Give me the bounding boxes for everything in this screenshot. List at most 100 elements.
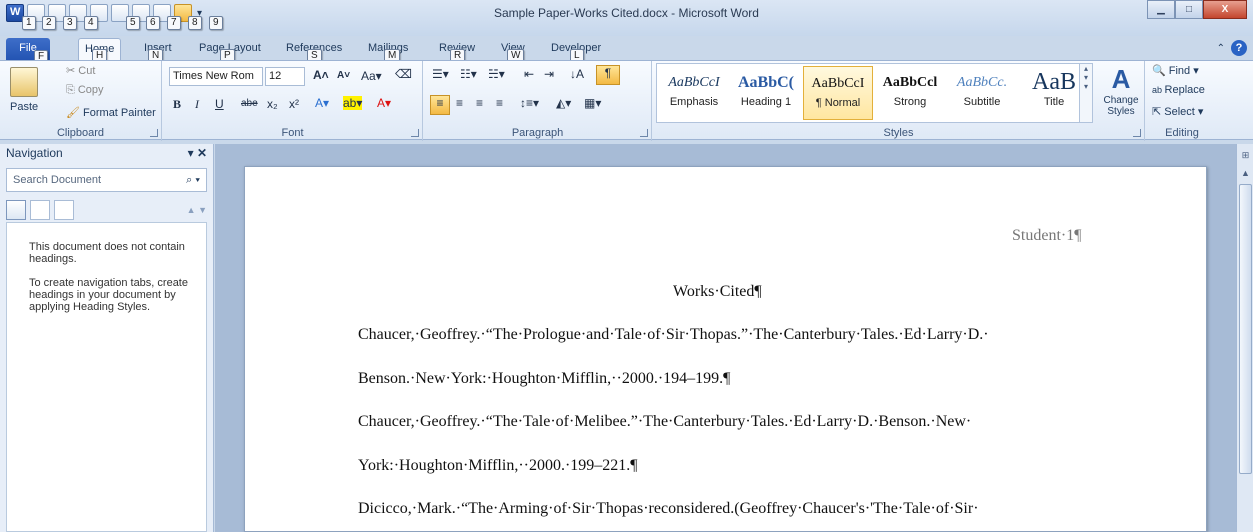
style-normal-name: ¶ Normal <box>815 97 861 109</box>
copy-label: Copy <box>77 84 104 96</box>
nav-prev-next-icon[interactable]: ▲ ▼ <box>187 205 207 215</box>
change-styles-icon: A <box>1111 64 1131 94</box>
title-bar: ▾ 1 2 3 4 5 6 7 8 9 Sample Paper-Works C… <box>0 0 1253 36</box>
styles-gallery: AaBbCcI Emphasis AaBbC( Heading 1 AaBbCc… <box>656 63 1092 123</box>
style-subtitle[interactable]: AaBbCc. Subtitle <box>947 66 1017 120</box>
navigation-pane: Navigation ▾ ✕ Search Document ⌕ ▾ ▲ ▼ T… <box>0 144 214 532</box>
browse-headings-tab[interactable] <box>6 200 26 220</box>
font-name-combo[interactable]: Times New Rom <box>169 67 263 86</box>
subscript-button[interactable]: x₂ <box>267 97 278 111</box>
replace-button[interactable]: ab Replace <box>1152 84 1205 96</box>
paste-icon[interactable] <box>10 67 38 97</box>
style-heading-1[interactable]: AaBbC( Heading 1 <box>731 66 801 120</box>
gallery-scroll[interactable]: ▴ ▾ ▾ <box>1079 63 1093 123</box>
maximize-button[interactable]: □ <box>1175 0 1203 19</box>
style-normal-preview: AaBbCcI <box>811 76 865 91</box>
style-emphasis[interactable]: AaBbCcI Emphasis <box>659 66 729 120</box>
style-normal[interactable]: AaBbCcI ¶ Normal <box>803 66 873 120</box>
citation-line-5: Dicicco,·Mark.·“The·Arming·of·Sir·Thopas… <box>358 500 979 517</box>
multilevel-list-icon[interactable]: ☵▾ <box>488 67 505 81</box>
document-area: Student·1¶ Works·Cited¶ Chaucer,·Geoffre… <box>215 144 1236 532</box>
change-case-icon[interactable]: Aa▾ <box>361 69 382 83</box>
document-page[interactable]: Student·1¶ Works·Cited¶ Chaucer,·Geoffre… <box>244 166 1207 532</box>
style-subtitle-name: Subtitle <box>963 96 1001 108</box>
search-icon[interactable]: ⌕ ▾ <box>186 174 200 187</box>
shrink-font-icon[interactable]: A˅ <box>337 70 350 81</box>
change-styles-button[interactable]: A Change Styles <box>1099 63 1143 117</box>
highlight-icon[interactable]: ab▾ <box>343 96 363 110</box>
minimize-button[interactable]: ▁ <box>1147 0 1175 19</box>
paragraph-group-label: Paragraph <box>511 127 564 139</box>
align-center-button[interactable]: ≡ <box>456 96 463 110</box>
sort-icon[interactable]: ↓A <box>570 67 584 81</box>
increase-indent-icon[interactable]: ⇥ <box>544 67 554 81</box>
align-right-button[interactable]: ≡ <box>476 96 483 110</box>
superscript-button[interactable]: x² <box>289 97 299 111</box>
ribbon-extras: ⌃ ? <box>1217 40 1247 56</box>
style-strong-preview: AaBbCcl <box>882 75 938 90</box>
pane-menu-icon[interactable]: ▾ <box>188 146 194 160</box>
citation-line-1: Chaucer,·Geoffrey.·“The·Prologue·and·Tal… <box>358 326 989 343</box>
copy-button[interactable]: ⎘ Copy <box>66 84 104 97</box>
bullets-icon[interactable]: ☰▾ <box>432 67 449 81</box>
help-icon[interactable]: ? <box>1231 40 1247 56</box>
editing-group: 🔍 Find ▾ ab Replace ⇱ Select ▾ Editing <box>1146 61 1218 141</box>
paste-button[interactable]: Paste <box>10 101 38 113</box>
browse-results-tab[interactable] <box>54 200 74 220</box>
close-button[interactable]: X <box>1203 0 1247 19</box>
pane-close-icon[interactable]: ✕ <box>197 146 207 160</box>
justify-button[interactable]: ≡ <box>496 96 503 110</box>
ribbon-tabs: File Home Insert Page Layout References … <box>0 38 1253 60</box>
font-color-icon[interactable]: A▾ <box>377 96 391 110</box>
browse-pages-tab[interactable] <box>30 200 50 220</box>
change-styles-label: Change Styles <box>1103 95 1139 117</box>
grow-font-icon[interactable]: A˄ <box>313 68 329 82</box>
clear-formatting-icon[interactable]: ⌫ <box>395 67 412 81</box>
replace-label: Replace <box>1164 84 1205 96</box>
cut-button[interactable]: ✂ Cut <box>66 64 95 77</box>
underline-button[interactable]: U <box>215 97 224 111</box>
navigation-header: Navigation ▾ ✕ <box>0 144 213 162</box>
search-document-input[interactable]: Search Document ⌕ ▾ <box>6 168 207 192</box>
vertical-scrollbar[interactable]: ⊞ ▲ <box>1236 144 1253 532</box>
minimize-ribbon-icon[interactable]: ⌃ <box>1217 43 1225 54</box>
font-group: Times New Rom 12 A˄ A˅ Aa▾ ⌫ B I U abe x… <box>163 61 423 141</box>
font-size-combo[interactable]: 12 <box>265 67 305 86</box>
scroll-thumb[interactable] <box>1239 184 1252 474</box>
font-launcher[interactable] <box>411 129 419 137</box>
style-heading-1-preview: AaBbC( <box>737 74 794 91</box>
line-spacing-icon[interactable]: ↕≡▾ <box>520 96 539 110</box>
citation-line-4: York:·Houghton·Mifflin,··2000.·199–221.¶ <box>358 457 638 474</box>
style-strong[interactable]: AaBbCcl Strong <box>875 66 945 120</box>
text-effects-icon[interactable]: A▾ <box>315 96 329 110</box>
italic-button[interactable]: I <box>195 97 199 112</box>
bold-button[interactable]: B <box>173 97 181 112</box>
align-left-button[interactable]: ≡ <box>430 95 450 115</box>
paragraph-launcher[interactable] <box>640 129 648 137</box>
navigation-pane-controls: ▾ ✕ <box>188 146 207 160</box>
binoculars-icon: 🔍 <box>1152 65 1169 77</box>
clipboard-launcher[interactable] <box>150 129 158 137</box>
replace-icon: ab <box>1152 85 1165 95</box>
font-group-label: Font <box>281 127 304 139</box>
style-emphasis-name: Emphasis <box>669 96 719 108</box>
find-button[interactable]: 🔍 Find ▾ <box>1152 64 1199 77</box>
styles-group-label: Styles <box>883 127 914 139</box>
select-button[interactable]: ⇱ Select ▾ <box>1152 105 1203 118</box>
strikethrough-button[interactable]: abe <box>241 98 258 109</box>
scroll-up-icon[interactable]: ▲ <box>1240 168 1251 179</box>
format-painter-button[interactable]: 🖌 Format Painter <box>66 106 156 119</box>
style-subtitle-preview: AaBbCc. <box>956 75 1008 90</box>
brush-icon: 🖌 <box>66 107 84 119</box>
show-hide-marks-button[interactable]: ¶ <box>596 65 620 85</box>
decrease-indent-icon[interactable]: ⇤ <box>524 67 534 81</box>
style-heading-1-name: Heading 1 <box>740 96 792 108</box>
works-cited-heading: Works·Cited¶ <box>673 283 762 300</box>
borders-icon[interactable]: ▦▾ <box>584 96 601 110</box>
page-header: Student·1¶ <box>1012 227 1082 244</box>
styles-launcher[interactable] <box>1133 129 1141 137</box>
ruler-toggle-icon[interactable]: ⊞ <box>1240 150 1251 161</box>
search-placeholder: Search Document <box>13 174 102 186</box>
shading-icon[interactable]: ◭▾ <box>556 96 571 110</box>
numbering-icon[interactable]: ☷▾ <box>460 67 477 81</box>
